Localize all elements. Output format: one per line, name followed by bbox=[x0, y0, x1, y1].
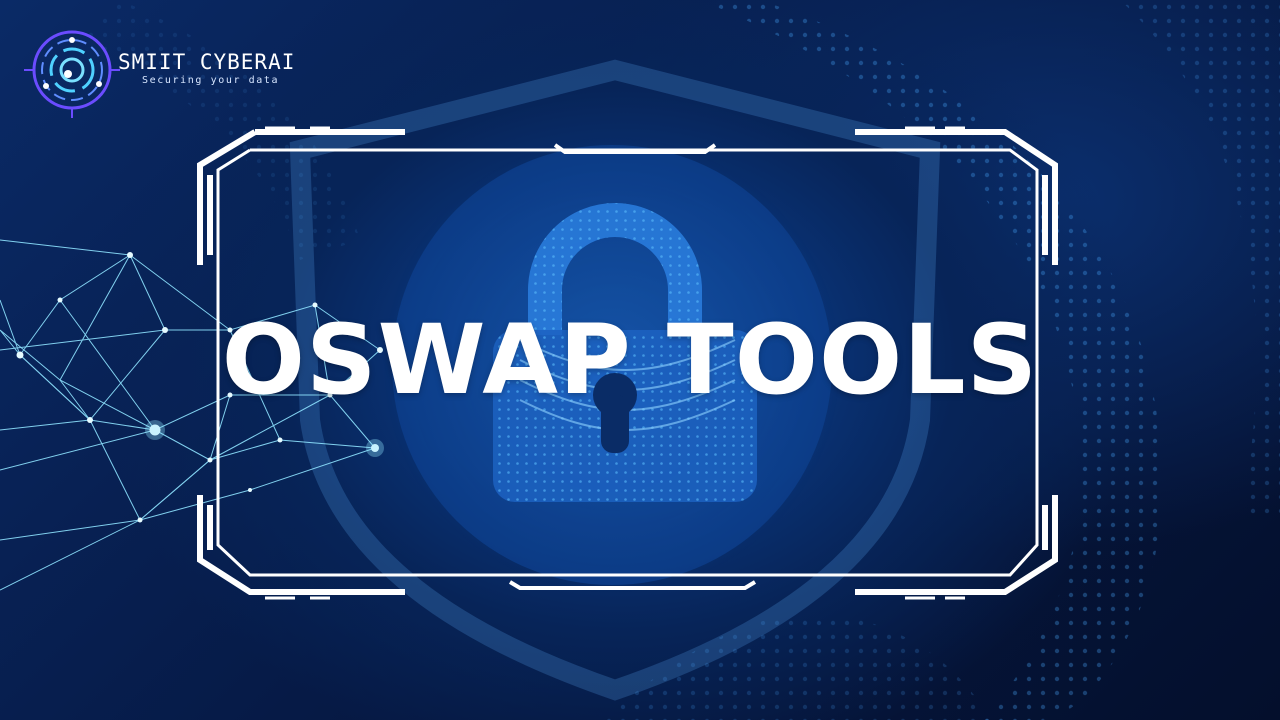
brand-tagline: Securing your data bbox=[142, 75, 280, 86]
banner: SMIIT CYBERAI Securing your data OSWAP T… bbox=[0, 0, 1280, 720]
brand-name: SMIIT CYBERAI bbox=[118, 50, 296, 74]
page-title: OSWAP TOOLS bbox=[221, 304, 1039, 416]
brand: SMIIT CYBERAI Securing your data bbox=[118, 50, 295, 88]
